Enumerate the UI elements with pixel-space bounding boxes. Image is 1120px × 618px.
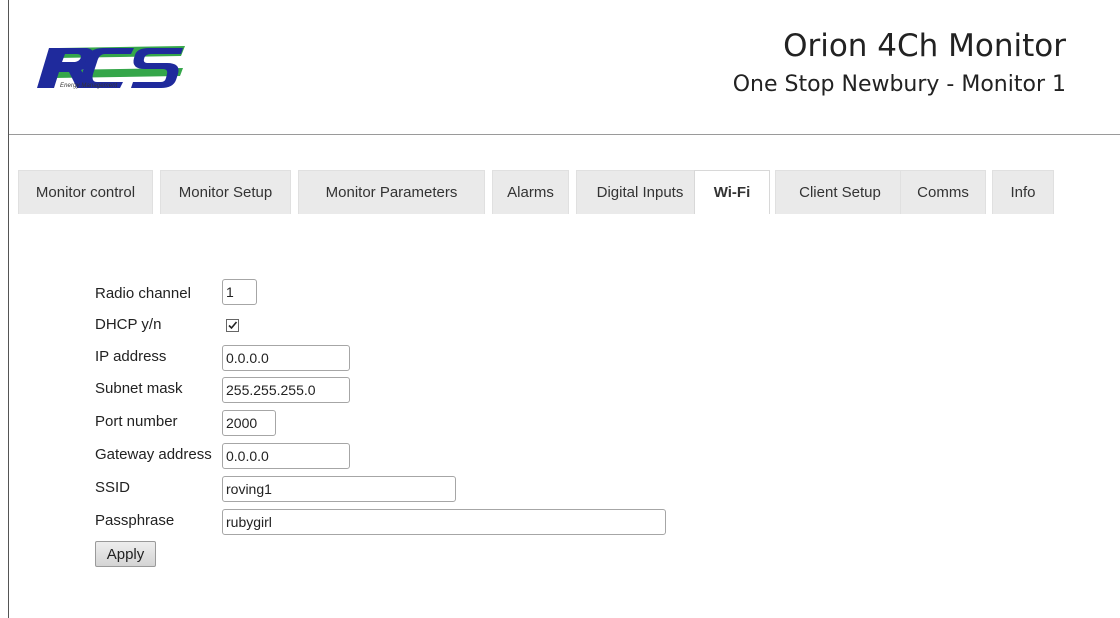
tab-comms[interactable]: Comms bbox=[900, 170, 986, 214]
tab-monitor-setup[interactable]: Monitor Setup bbox=[160, 170, 291, 214]
ssid-input[interactable]: roving1 bbox=[222, 476, 456, 502]
header-divider bbox=[9, 134, 1120, 135]
ip-address-input[interactable]: 0.0.0.0 bbox=[222, 345, 350, 371]
site-title: One Stop Newbury - Monitor 1 bbox=[732, 72, 1066, 97]
tab-info[interactable]: Info bbox=[992, 170, 1054, 214]
subnet-mask-input[interactable]: 255.255.255.0 bbox=[222, 377, 350, 403]
apply-button[interactable]: Apply bbox=[95, 541, 156, 567]
dhcp-label: DHCP y/n bbox=[95, 316, 162, 333]
tab-client-setup[interactable]: Client Setup bbox=[775, 170, 905, 214]
app-title: Orion 4Ch Monitor bbox=[783, 28, 1066, 64]
radio-channel-label: Radio channel bbox=[95, 285, 191, 302]
ip-address-label: IP address bbox=[95, 348, 167, 365]
checkmark-icon bbox=[228, 321, 238, 330]
tab-monitor-parameters[interactable]: Monitor Parameters bbox=[298, 170, 485, 214]
page-frame-border bbox=[8, 0, 9, 618]
tab-digital-inputs[interactable]: Digital Inputs bbox=[576, 170, 704, 214]
tab-wifi[interactable]: Wi-Fi bbox=[694, 170, 770, 214]
radio-channel-input[interactable]: 1 bbox=[222, 279, 257, 305]
ssid-label: SSID bbox=[95, 479, 131, 496]
logo-subtitle: Energy Management bbox=[60, 83, 118, 89]
gateway-address-input[interactable]: 0.0.0.0 bbox=[222, 443, 350, 469]
title-block: Orion 4Ch Monitor One Stop Newbury - Mon… bbox=[733, 28, 1066, 100]
rcs-logo-mark bbox=[37, 46, 185, 88]
tab-alarms[interactable]: Alarms bbox=[492, 170, 569, 214]
tab-monitor-control[interactable]: Monitor control bbox=[18, 170, 153, 214]
gateway-address-label: Gateway address bbox=[95, 446, 212, 463]
subnet-mask-label: Subnet mask bbox=[95, 380, 183, 397]
port-number-label: Port number bbox=[95, 413, 178, 430]
passphrase-label: Passphrase bbox=[95, 512, 175, 529]
passphrase-input[interactable]: rubygirl bbox=[222, 509, 666, 535]
dhcp-checkbox[interactable] bbox=[226, 319, 239, 332]
port-number-input[interactable]: 2000 bbox=[222, 410, 276, 436]
